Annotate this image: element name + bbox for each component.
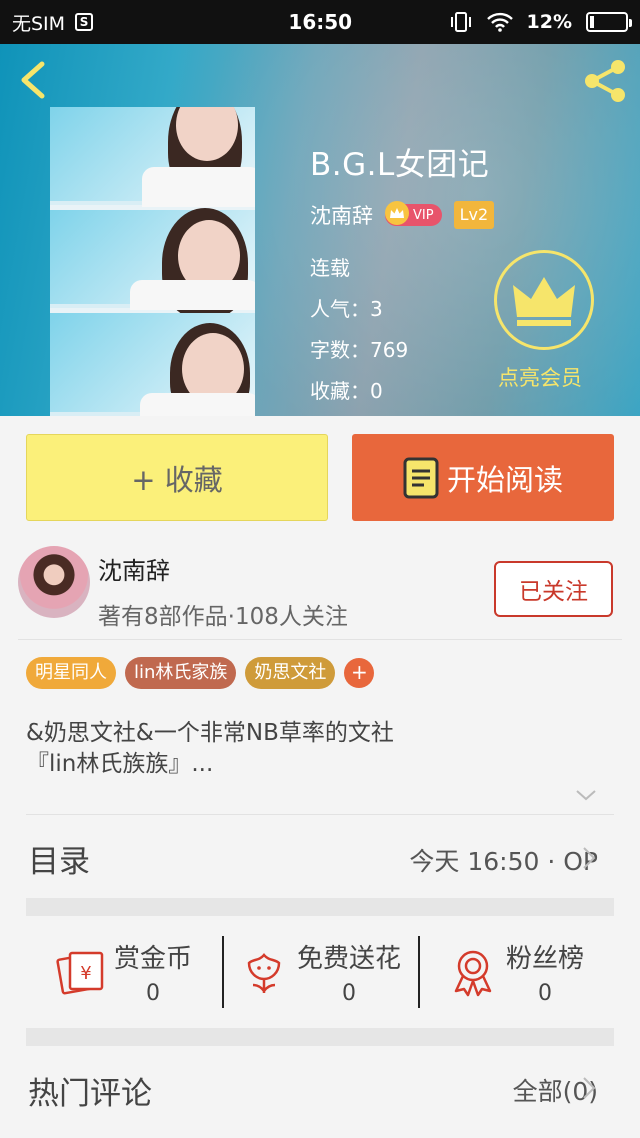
book-cover-image[interactable] <box>50 107 255 416</box>
reward-flowers[interactable]: 免费送花 0 <box>222 916 418 1028</box>
add-tag-button[interactable]: + <box>344 658 375 688</box>
tag-item[interactable]: lin林氏家族 <box>125 657 237 689</box>
tag-item[interactable]: 明星同人 <box>26 657 116 689</box>
vip-badge: VIP <box>385 201 442 226</box>
small-crown-icon <box>385 201 409 225</box>
author-name[interactable]: 沈南辞 <box>98 551 170 586</box>
divider <box>18 639 622 640</box>
section-separator <box>26 1028 614 1046</box>
chevron-right-icon[interactable] <box>582 1076 596 1100</box>
flower-icon <box>247 953 281 993</box>
book-intro[interactable]: &奶思文社&一个非常NB草率的文社 『lin林氏族族』... <box>26 718 616 780</box>
author-avatar[interactable] <box>18 546 90 618</box>
tag-list: 明星同人 lin林氏家族 奶思文社 + <box>26 657 375 689</box>
hot-comments-title: 热门评论 <box>28 1076 152 1112</box>
book-title: B.G.L女团记 <box>310 147 490 183</box>
book-header: B.G.L女团记 沈南辞 VIP Lv2 连载 人气：3 字数：769 收藏：0… <box>0 44 640 416</box>
chevron-right-icon[interactable] <box>582 846 596 870</box>
sim-s-icon: S <box>75 13 94 31</box>
reward-coins[interactable]: ¥ 赏金币 0 <box>26 916 222 1028</box>
section-separator <box>26 898 614 916</box>
word-count-stat: 字数：769 <box>310 338 409 362</box>
svg-text:¥: ¥ <box>80 963 91 984</box>
level-badge: Lv2 <box>453 201 495 229</box>
expand-chevron-icon[interactable] <box>574 786 598 804</box>
toc-title[interactable]: 目录 <box>28 836 90 881</box>
vip-crown-button[interactable] <box>494 250 594 350</box>
vibrate-icon <box>450 12 471 32</box>
vip-activate-label[interactable]: 点亮会员 <box>498 362 582 392</box>
reward-fan-ranking[interactable]: 粉丝榜 0 <box>418 916 614 1028</box>
battery-percent: 12% <box>526 11 572 33</box>
divider <box>26 814 614 815</box>
favorites-stat: 收藏：0 <box>310 379 383 403</box>
coin-envelope-icon: ¥ <box>56 951 104 995</box>
toc-latest-update[interactable]: 今天 16:50 · OP <box>409 842 598 878</box>
popularity-stat: 人气：3 <box>310 297 383 321</box>
status-bar: 无SIM S 16:50 12% <box>0 0 640 44</box>
back-arrow-icon[interactable] <box>14 60 54 100</box>
author-meta: 著有8部作品·108人关注 <box>98 604 348 630</box>
reward-row: ¥ 赏金币 0 免费送花 0 粉丝榜 0 <box>26 916 614 1028</box>
battery-icon <box>586 12 632 32</box>
collect-button[interactable]: + 收藏 <box>26 434 328 521</box>
clock: 16:50 <box>288 10 353 34</box>
share-icon[interactable] <box>582 58 628 104</box>
tag-item[interactable]: 奶思文社 <box>245 657 336 689</box>
serial-status: 连载 <box>310 256 350 280</box>
book-author-name[interactable]: 沈南辞 <box>310 200 373 230</box>
book-icon <box>403 457 439 498</box>
crown-icon <box>513 277 575 326</box>
carrier-label: 无SIM <box>12 12 66 35</box>
follow-button[interactable]: 已关注 <box>494 561 613 617</box>
start-reading-button[interactable]: 开始阅读 <box>352 434 614 521</box>
medal-icon <box>454 950 492 997</box>
wifi-icon <box>486 12 513 32</box>
